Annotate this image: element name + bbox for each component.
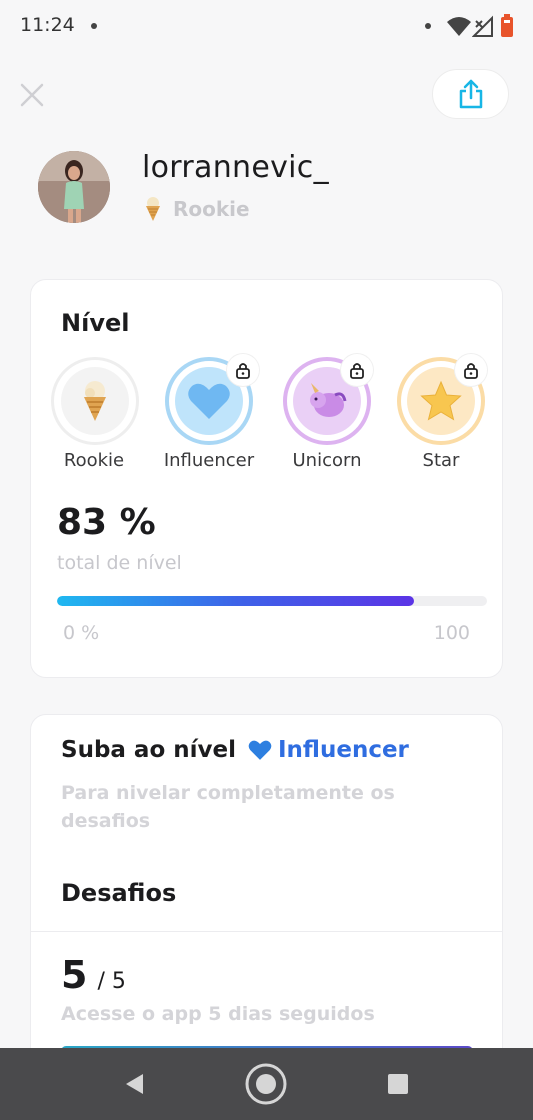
blue-heart-icon — [188, 383, 230, 419]
rank-row: Rookie — [143, 196, 250, 222]
progress-min-label: 0 % — [63, 622, 100, 644]
share-icon — [459, 79, 482, 109]
level-up-description: Para nivelar completamente os desafios — [61, 782, 395, 832]
challenges-title: Desafios — [61, 879, 177, 907]
avatar-photo — [38, 151, 110, 223]
challenge-count: 5 / 5 — [61, 953, 126, 997]
level-up-label: Suba ao nível — [61, 737, 236, 763]
challenge-description: Acesse o app 5 dias seguidos — [61, 1003, 375, 1025]
status-time: 11:24 — [20, 14, 75, 36]
lock-icon — [455, 354, 487, 386]
level-card: Nível Rookie Influencer Unicorn Star 83 … — [30, 279, 503, 678]
system-nav-bar — [0, 1048, 533, 1120]
username: lorrannevic_ — [142, 150, 329, 185]
battery-icon — [501, 14, 513, 37]
progress-max-label: 100 — [433, 622, 470, 644]
level-percent-label: total de nível — [57, 552, 182, 574]
rank-label: Rookie — [173, 197, 250, 221]
lock-icon — [341, 354, 373, 386]
badge-label-rookie: Rookie — [63, 450, 125, 471]
back-triangle-icon — [126, 1074, 143, 1094]
divider — [31, 931, 502, 932]
wifi-icon — [447, 17, 471, 36]
level-progress-bar — [57, 596, 487, 606]
lock-icon — [227, 354, 259, 386]
challenge-count-total: / 5 — [97, 969, 126, 994]
notification-dot-icon — [91, 23, 97, 29]
star-icon — [420, 380, 462, 421]
level-percent: 83 % — [57, 502, 156, 543]
level-up-target[interactable]: Influencer — [278, 737, 409, 763]
recents-square-icon — [388, 1074, 408, 1094]
share-button[interactable] — [432, 69, 509, 119]
ice-cream-icon — [84, 381, 106, 421]
status-bar: 11:24 — [0, 0, 533, 52]
recents-button[interactable] — [378, 1064, 418, 1104]
level-progress-fill — [57, 596, 414, 606]
level-title: Nível — [61, 309, 130, 337]
blue-heart-icon — [248, 740, 272, 760]
back-button[interactable] — [115, 1064, 155, 1104]
badge-rookie[interactable] — [51, 357, 139, 445]
notification-dot-icon — [425, 23, 431, 29]
ice-cream-icon — [146, 197, 160, 221]
home-circle-icon — [245, 1063, 287, 1105]
level-up-row: Suba ao nível Influencer — [61, 737, 409, 763]
badge-label-influencer: Influencer — [163, 450, 255, 471]
home-button[interactable] — [245, 1063, 287, 1105]
badge-label-unicorn: Unicorn — [292, 450, 362, 471]
close-icon — [20, 83, 44, 107]
badge-label-star: Star — [422, 450, 460, 471]
unicorn-icon — [310, 383, 347, 417]
challenge-count-value: 5 — [61, 953, 88, 997]
avatar[interactable] — [38, 151, 110, 223]
close-button[interactable] — [17, 80, 47, 110]
signal-icon — [472, 15, 493, 37]
